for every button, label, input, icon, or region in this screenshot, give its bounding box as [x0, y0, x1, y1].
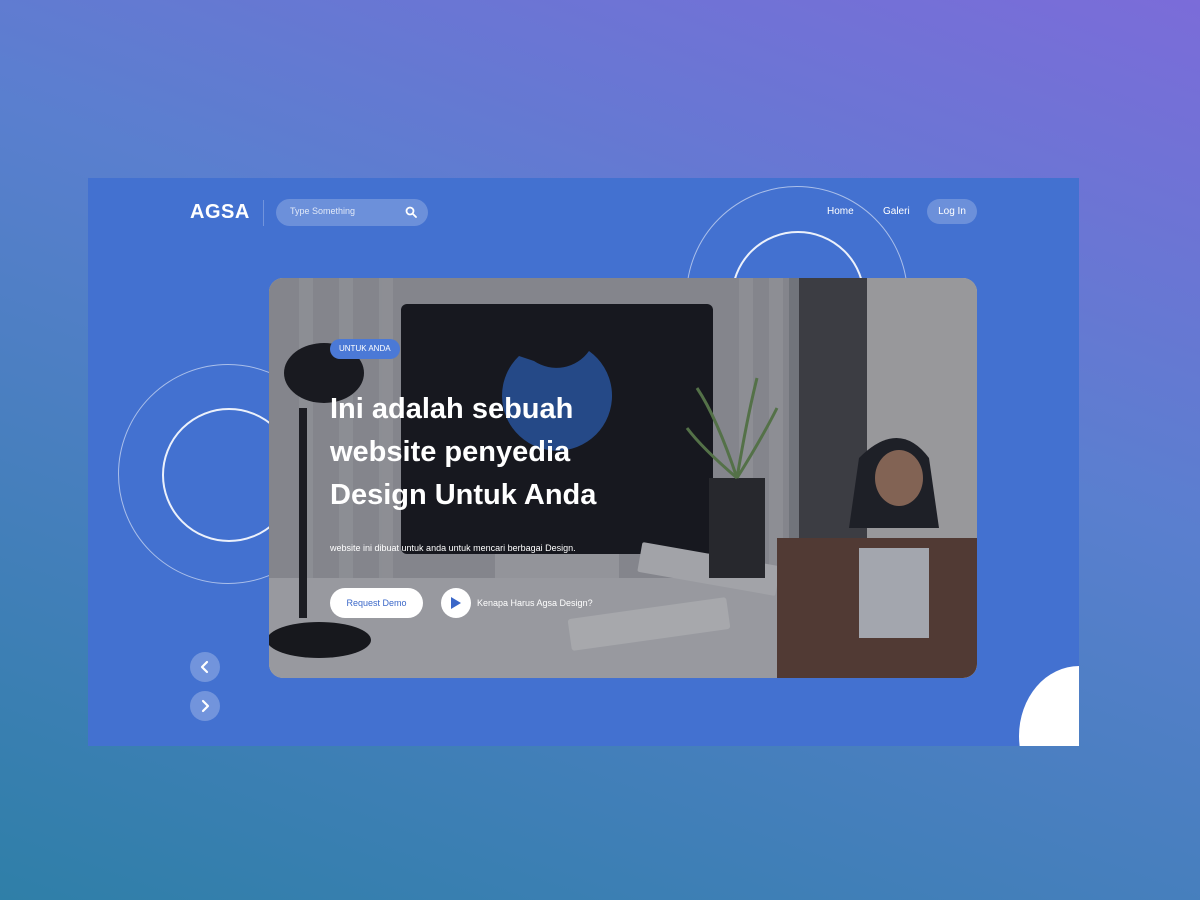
nav-galeri[interactable]: Galeri — [883, 206, 910, 217]
search-input[interactable] — [288, 205, 402, 217]
search-icon[interactable] — [405, 206, 417, 218]
hero-headline: Ini adalah sebuah website penyedia Desig… — [330, 393, 597, 511]
nav-home[interactable]: Home — [827, 206, 854, 217]
header-divider — [263, 200, 264, 226]
request-demo-button[interactable]: Request Demo — [330, 588, 423, 618]
play-button[interactable] — [441, 588, 471, 618]
hero-banner: UNTUK ANDA Ini adalah sebuah website pen… — [269, 278, 977, 678]
hero-badge: UNTUK ANDA — [330, 339, 400, 359]
login-button[interactable]: Log In — [927, 199, 977, 224]
slider-next-button[interactable] — [190, 691, 220, 721]
decor-corner-shape — [1019, 666, 1079, 746]
landing-page: AGSA Home Galeri Log In — [88, 178, 1079, 746]
chevron-right-icon — [201, 699, 210, 713]
play-icon — [451, 597, 461, 609]
slider-prev-button[interactable] — [190, 652, 220, 682]
hero-subtitle: website ini dibuat untuk anda untuk menc… — [330, 543, 576, 553]
logo[interactable]: AGSA — [190, 201, 250, 224]
chevron-left-icon — [200, 660, 209, 674]
why-agsa-link[interactable]: Kenapa Harus Agsa Design? — [477, 598, 593, 608]
search-bar[interactable] — [276, 199, 428, 226]
